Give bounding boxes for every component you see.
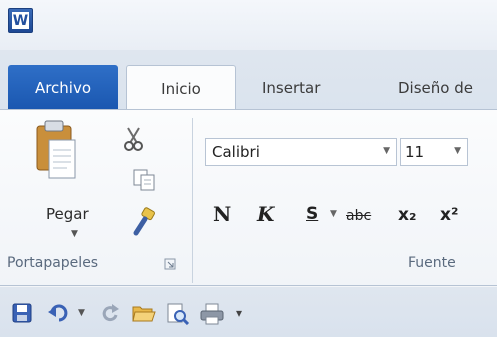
tab-page-design[interactable]: Diseño de bbox=[398, 65, 473, 110]
word-logo-letter: W bbox=[12, 12, 29, 29]
title-bar: W bbox=[0, 0, 497, 50]
ribbon-panel: Pegar ▼ Portapapeles Calibri ▼ 11 ▼ N K … bbox=[0, 109, 497, 286]
paste-dropdown-arrow-icon[interactable]: ▼ bbox=[71, 229, 78, 239]
customize-toolbar-icon[interactable]: ▾ bbox=[236, 306, 242, 320]
bold-button[interactable]: N bbox=[213, 202, 231, 226]
clipboard-group-label: Portapapeles bbox=[7, 255, 99, 271]
paste-icon[interactable] bbox=[34, 118, 80, 182]
font-name-dropdown-arrow-icon[interactable]: ▼ bbox=[383, 146, 390, 156]
redo-icon[interactable] bbox=[100, 303, 120, 323]
dialog-launcher-icon[interactable] bbox=[164, 258, 176, 270]
superscript-button[interactable]: x² bbox=[440, 205, 458, 225]
font-group-label: Fuente bbox=[408, 255, 456, 271]
paste-button[interactable]: Pegar bbox=[46, 205, 89, 223]
print-preview-icon[interactable] bbox=[166, 303, 190, 325]
font-name-combobox[interactable]: Calibri ▼ bbox=[205, 138, 397, 166]
font-size-value: 11 bbox=[405, 143, 425, 161]
strikethrough-button[interactable]: abc bbox=[346, 208, 371, 224]
font-size-combobox[interactable]: 11 ▼ bbox=[400, 138, 468, 166]
tab-insert[interactable]: Insertar bbox=[262, 65, 320, 110]
font-size-dropdown-arrow-icon[interactable]: ▼ bbox=[454, 146, 461, 156]
print-icon[interactable] bbox=[200, 303, 224, 325]
word-app-icon[interactable]: W bbox=[8, 8, 33, 33]
group-separator bbox=[192, 118, 193, 283]
copy-icon[interactable] bbox=[132, 168, 158, 192]
underline-dropdown-arrow-icon[interactable]: ▼ bbox=[330, 209, 337, 219]
cut-icon[interactable] bbox=[122, 126, 146, 152]
undo-icon[interactable] bbox=[48, 303, 72, 323]
underline-button[interactable]: S bbox=[306, 204, 318, 224]
tab-home[interactable]: Inicio bbox=[126, 65, 236, 111]
format-painter-icon[interactable] bbox=[130, 207, 158, 237]
subscript-button[interactable]: x₂ bbox=[398, 205, 416, 225]
quick-access-toolbar: ▼ ▾ bbox=[0, 287, 497, 337]
italic-button[interactable]: K bbox=[257, 202, 274, 226]
save-icon[interactable] bbox=[12, 303, 32, 323]
undo-dropdown-arrow-icon[interactable]: ▼ bbox=[78, 308, 85, 318]
tab-file[interactable]: Archivo bbox=[8, 65, 118, 110]
font-name-value: Calibri bbox=[212, 143, 260, 161]
open-icon[interactable] bbox=[132, 303, 156, 323]
ribbon-tab-bar: Archivo Inicio Insertar Diseño de bbox=[0, 50, 497, 111]
